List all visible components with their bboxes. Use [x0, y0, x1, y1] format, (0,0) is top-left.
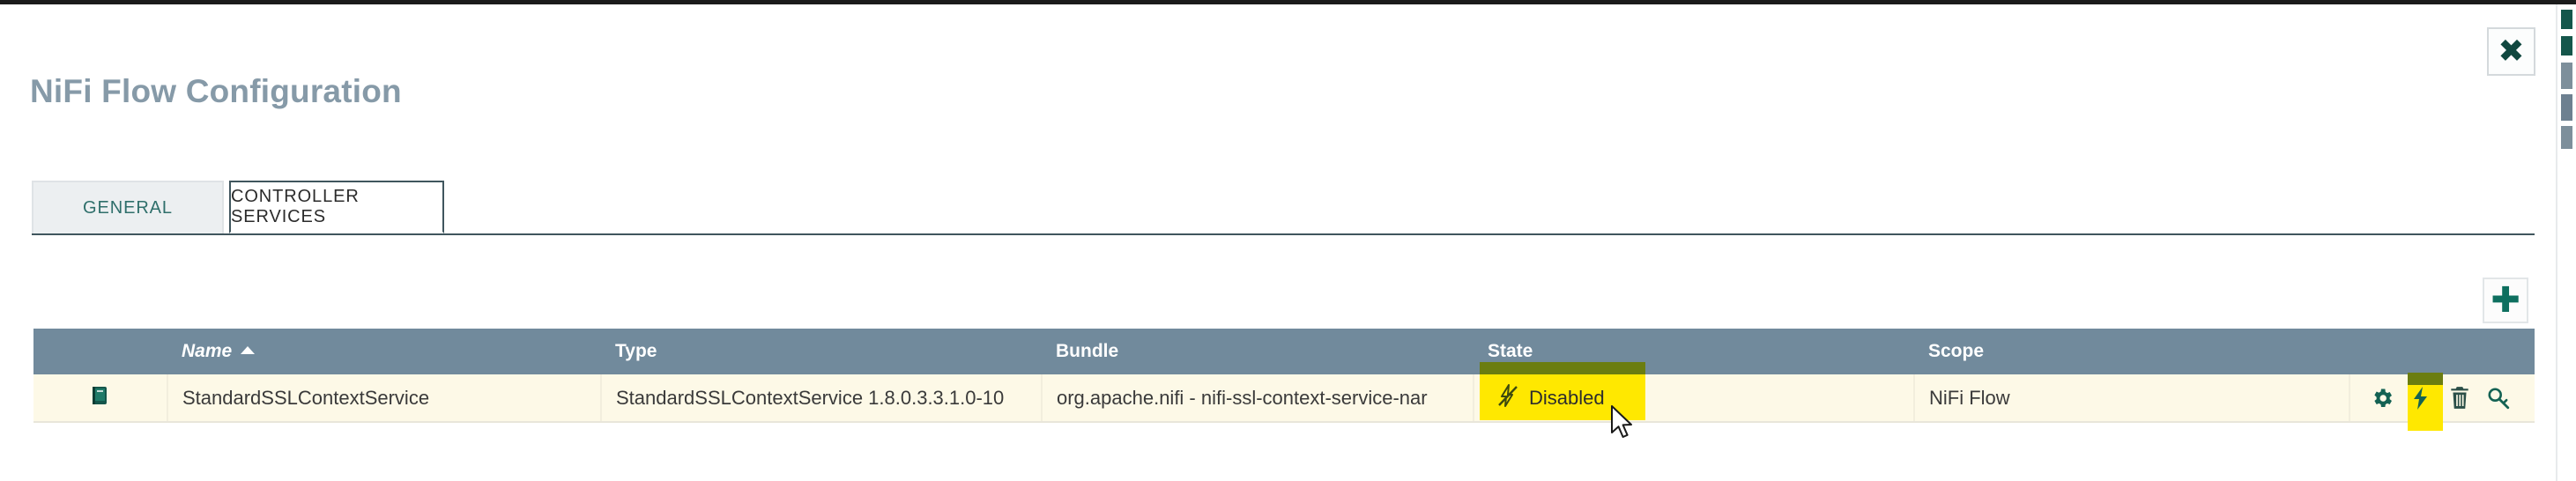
tab-general-label: GENERAL — [83, 197, 173, 218]
usage-icon[interactable] — [2485, 385, 2512, 411]
tab-controller-services[interactable]: CONTROLLER SERVICES — [229, 181, 444, 233]
cell-scope: NiFi Flow — [1914, 374, 2350, 423]
strip-mark-1 — [2561, 10, 2572, 29]
nifi-flow-configuration-dialog: ✖ NiFi Flow Configuration GENERAL CONTRO… — [0, 4, 2556, 481]
add-controller-service-button[interactable]: ✚ — [2483, 278, 2528, 323]
plus-icon: ✚ — [2491, 280, 2520, 321]
strip-mark-2 — [2561, 36, 2572, 56]
column-header-actions — [2350, 329, 2535, 374]
page-title: NiFi Flow Configuration — [30, 73, 402, 109]
flash-off-icon — [1497, 383, 1518, 412]
settings-icon[interactable] — [2369, 385, 2395, 411]
controller-services-table: Name Type Bundle State Scope StandardSSL… — [33, 329, 2535, 431]
state-label: Disabled — [1529, 386, 1605, 409]
table-header-row: Name Type Bundle State Scope — [33, 329, 2535, 374]
strip-mark-5 — [2561, 126, 2572, 149]
delete-icon[interactable] — [2446, 385, 2473, 411]
cell-bundle: org.apache.nifi - nifi-ssl-context-servi… — [1042, 374, 1474, 423]
status-badge: Disabled — [1488, 374, 1913, 421]
enable-highlight-cap — [2408, 372, 2443, 385]
enable-icon[interactable] — [2408, 372, 2443, 431]
cell-state: Disabled — [1474, 362, 1915, 423]
column-header-type[interactable]: Type — [601, 329, 1042, 374]
cell-name: StandardSSLContextService — [167, 374, 602, 423]
column-header-bundle[interactable]: Bundle — [1042, 329, 1474, 374]
strip-mark-3 — [2561, 63, 2572, 89]
right-edge-strip — [2556, 4, 2576, 481]
tab-controller-services-label: CONTROLLER SERVICES — [231, 187, 360, 226]
close-icon: ✖ — [2498, 33, 2525, 70]
cell-type: StandardSSLContextService 1.8.0.3.3.1.0-… — [601, 374, 1043, 423]
table-row[interactable]: StandardSSLContextService StandardSSLCon… — [33, 362, 2535, 431]
table-header: Name Type Bundle State Scope — [33, 329, 2535, 374]
column-header-name-label: Name — [182, 341, 233, 361]
close-button[interactable]: ✖ — [2487, 27, 2535, 76]
tab-underline — [32, 233, 2535, 235]
column-header-name[interactable]: Name — [167, 329, 601, 374]
cell-actions — [2350, 372, 2535, 431]
column-header-scope[interactable]: Scope — [1914, 329, 2350, 374]
controller-services-table-wrapper: Name Type Bundle State Scope StandardSSL… — [33, 329, 2535, 431]
row-action-buttons — [2350, 372, 2535, 431]
book-icon[interactable] — [89, 384, 112, 412]
row-doc-cell — [33, 374, 168, 423]
table-body: StandardSSLContextService StandardSSLCon… — [33, 362, 2535, 431]
state-highlight-cap — [1480, 362, 1645, 374]
sort-ascending-icon — [241, 345, 256, 354]
tab-general[interactable]: GENERAL — [32, 181, 224, 233]
tab-strip: GENERAL CONTROLLER SERVICES — [32, 181, 2535, 235]
strip-mark-4 — [2561, 94, 2572, 121]
column-header-icon — [33, 329, 167, 374]
